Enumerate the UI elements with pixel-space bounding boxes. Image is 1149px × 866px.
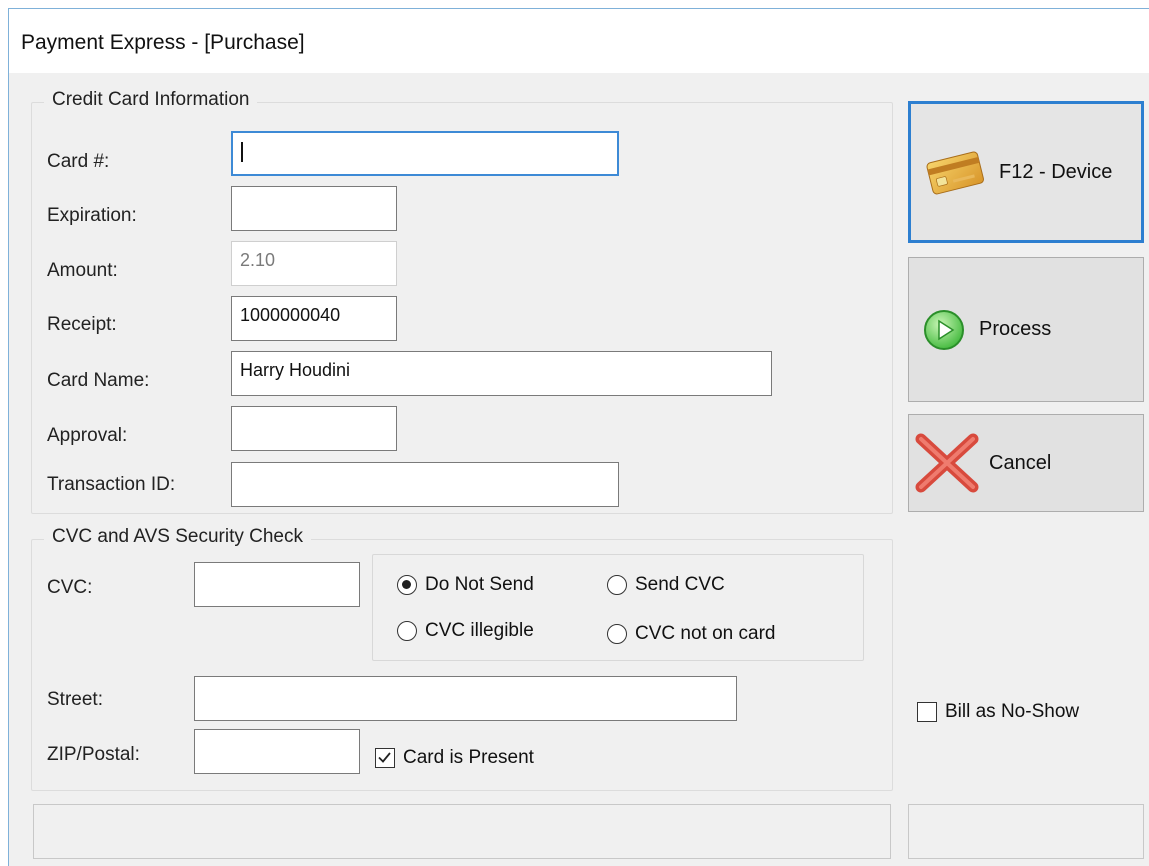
process-button[interactable]: Process: [908, 257, 1144, 402]
radio-send-cvc[interactable]: Send CVC: [607, 574, 725, 596]
street-label: Street:: [47, 689, 103, 710]
bill-no-show-checkbox[interactable]: Bill as No-Show: [917, 701, 1079, 723]
zip-input[interactable]: [194, 729, 360, 774]
expiration-input[interactable]: [231, 186, 397, 231]
radio-do-not-send[interactable]: Do Not Send: [397, 574, 534, 596]
radio-cvc-not-on-card-label: CVC not on card: [635, 623, 776, 644]
cancel-button-label: Cancel: [989, 451, 1052, 474]
card-number-input[interactable]: [231, 131, 619, 176]
radio-indicator: [397, 621, 417, 641]
card-name-label: Card Name:: [47, 370, 150, 391]
radio-indicator: [607, 624, 627, 644]
checkbox-indicator: [917, 702, 937, 722]
radio-indicator: [607, 575, 627, 595]
expiration-label: Expiration:: [47, 205, 137, 226]
card-name-input[interactable]: Harry Houdini: [231, 351, 772, 396]
zip-label: ZIP/Postal:: [47, 744, 140, 765]
cvc-input[interactable]: [194, 562, 360, 607]
approval-label: Approval:: [47, 425, 128, 446]
security-group-title: CVC and AVS Security Check: [44, 526, 311, 548]
amount-label: Amount:: [47, 260, 118, 281]
cancel-button[interactable]: Cancel: [908, 414, 1144, 512]
play-icon: [924, 309, 964, 350]
credit-card-icon: [926, 151, 984, 195]
text-caret: [241, 142, 243, 163]
transaction-id-label: Transaction ID:: [47, 474, 176, 495]
radio-send-cvc-label: Send CVC: [635, 574, 725, 595]
device-button-label: F12 - Device: [999, 160, 1113, 183]
process-button-label: Process: [979, 318, 1052, 340]
bill-no-show-label: Bill as No-Show: [945, 701, 1080, 722]
street-input[interactable]: [194, 676, 737, 721]
receipt-label: Receipt:: [47, 314, 117, 335]
payment-window: Payment Express - [Purchase] Credit Card…: [8, 8, 1149, 866]
check-mark-icon: [378, 752, 391, 763]
status-panel-right: [908, 804, 1144, 859]
checkbox-indicator-checked: [375, 748, 395, 768]
radio-do-not-send-label: Do Not Send: [425, 574, 534, 595]
approval-input[interactable]: [231, 406, 397, 451]
radio-cvc-not-on-card[interactable]: CVC not on card: [607, 623, 775, 645]
radio-cvc-illegible[interactable]: CVC illegible: [397, 620, 534, 642]
card-number-label: Card #:: [47, 151, 110, 172]
transaction-id-input[interactable]: [231, 462, 619, 507]
card-present-checkbox[interactable]: Card is Present: [375, 747, 534, 769]
card-present-label: Card is Present: [403, 747, 534, 768]
cvc-label: CVC:: [47, 577, 93, 598]
device-button[interactable]: F12 - Device: [908, 101, 1144, 243]
amount-input[interactable]: 2.10: [231, 241, 397, 286]
window-title: Payment Express - [Purchase]: [21, 31, 305, 54]
radio-indicator-selected: [397, 575, 417, 595]
credit-card-group-title: Credit Card Information: [44, 89, 258, 111]
close-icon: [915, 433, 979, 493]
title-bar: Payment Express - [Purchase]: [9, 9, 1149, 73]
radio-cvc-illegible-label: CVC illegible: [425, 620, 534, 641]
status-panel-left: [33, 804, 891, 859]
receipt-input[interactable]: 1000000040: [231, 296, 397, 341]
